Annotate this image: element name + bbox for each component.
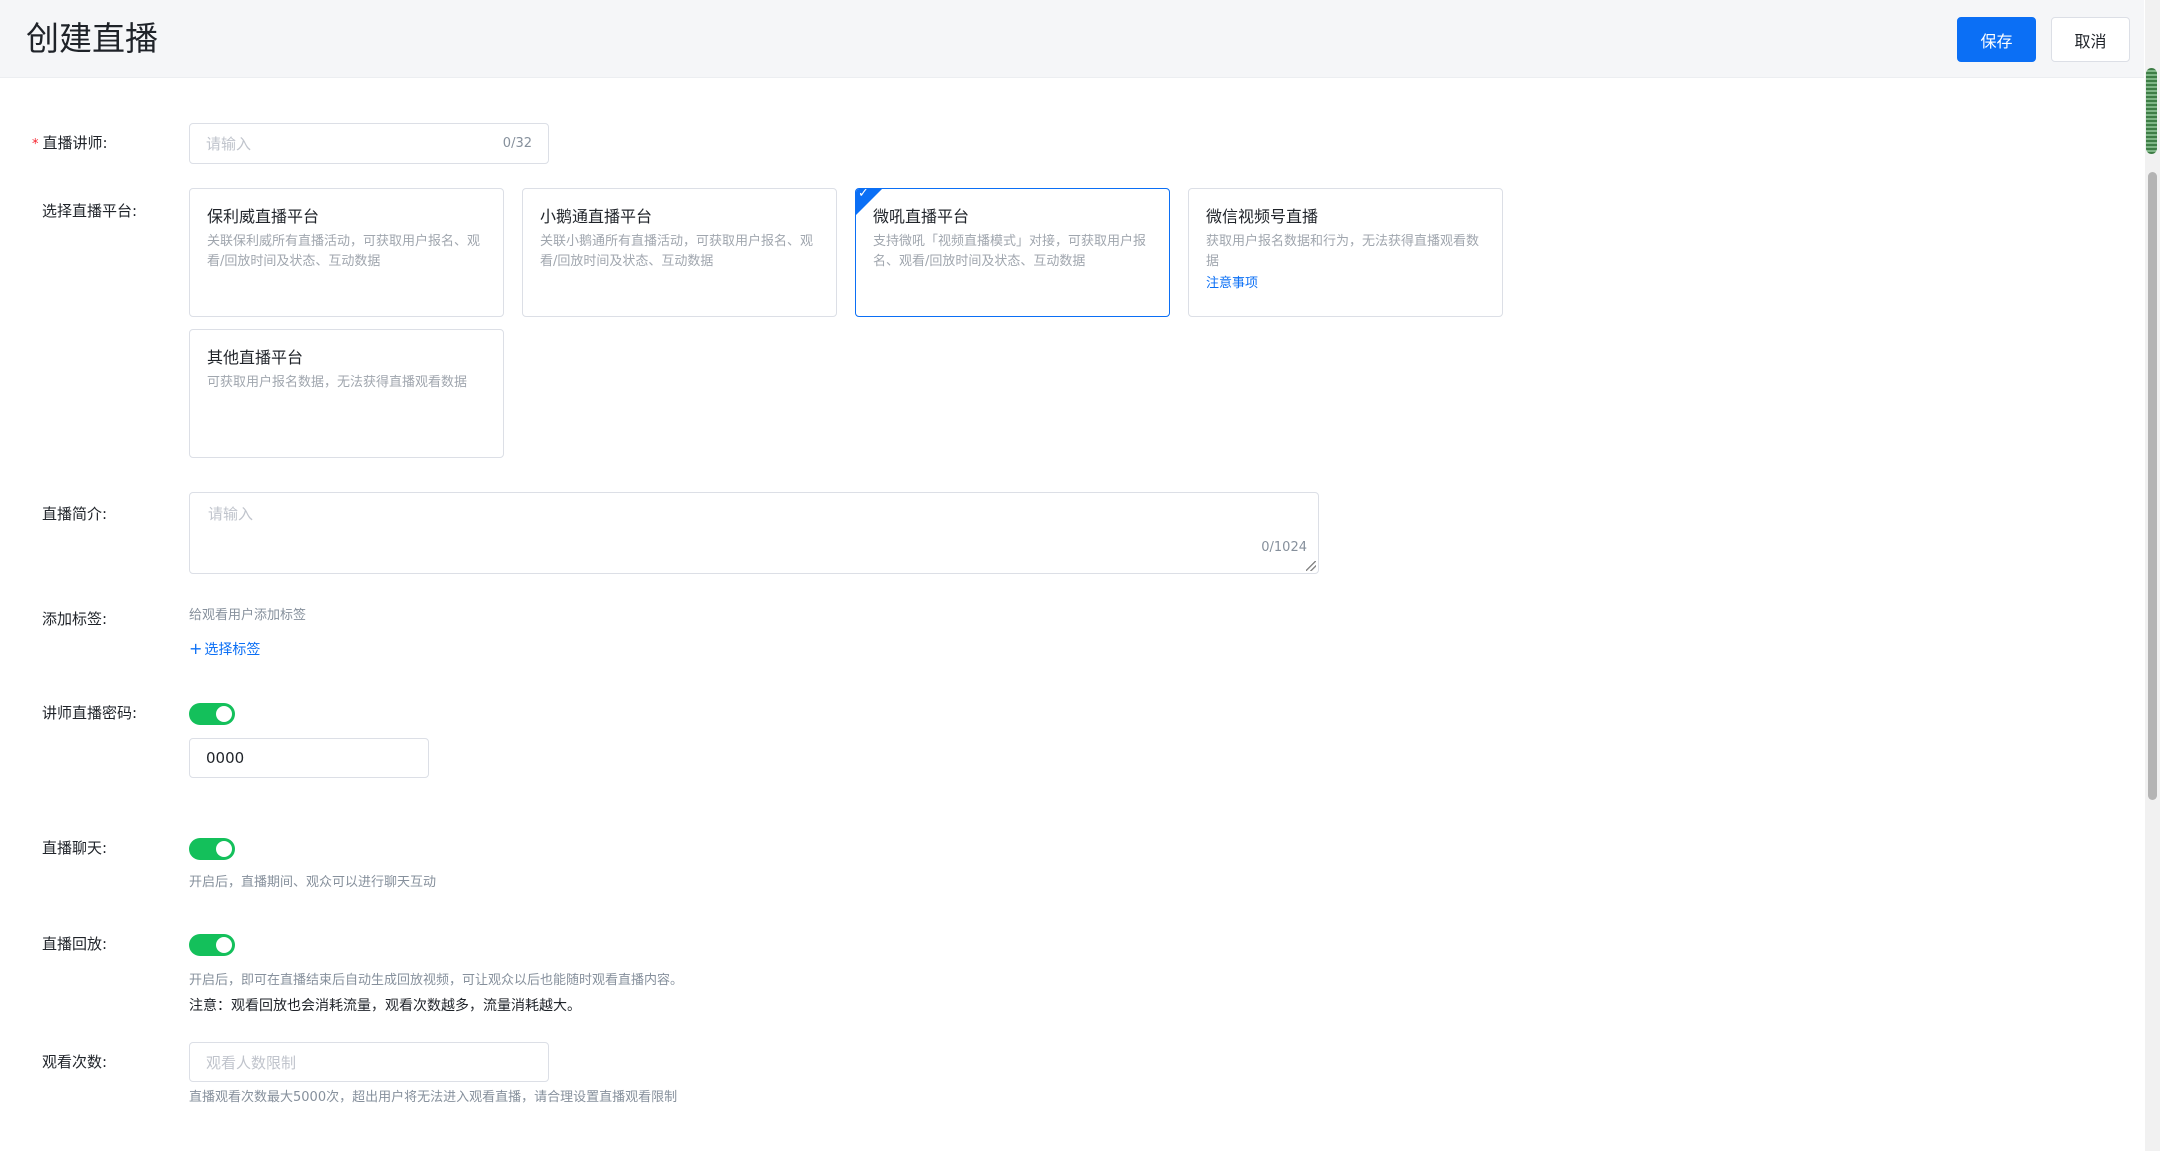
platform-label: 选择直播平台: xyxy=(42,202,138,220)
platform-card-wechat-channels[interactable]: 微信视频号直播 获取用户报名数据和行为，无法获得直播观看数据 注意事项 xyxy=(1188,188,1503,317)
check-icon: ✓ xyxy=(858,188,869,201)
platform-card-vhall[interactable]: ✓ 微吼直播平台 支持微吼「视频直播模式」对接，可获取用户报名、观看/回放时间及… xyxy=(855,188,1170,317)
intro-char-count: 0/1024 xyxy=(1261,540,1307,555)
page-title: 创建直播 xyxy=(26,19,158,58)
chat-help: 开启后，直播期间、观众可以进行聊天互动 xyxy=(189,875,437,890)
platform-card-polyv[interactable]: 保利威直播平台 关联保利威所有直播活动，可获取用户报名、观看/回放时间及状态、互… xyxy=(189,188,504,317)
replay-label: 直播回放: xyxy=(42,935,108,953)
switch-knob xyxy=(216,937,232,953)
card-title: 其他直播平台 xyxy=(207,348,304,367)
notice-link[interactable]: 注意事项 xyxy=(1206,274,1258,294)
switch-knob xyxy=(216,706,232,722)
password-value: 0000 xyxy=(206,749,245,767)
tags-label: 添加标签: xyxy=(42,610,108,628)
select-tags-label: 选择标签 xyxy=(204,642,261,658)
replay-switch[interactable] xyxy=(189,934,235,956)
lecturer-label-text: 直播讲师: xyxy=(42,134,108,152)
plus-icon: + xyxy=(189,639,203,658)
intro-label: 直播简介: xyxy=(42,505,108,523)
required-mark: * xyxy=(32,137,39,152)
card-title: 小鹅通直播平台 xyxy=(540,207,653,226)
intro-textarea[interactable]: 请输入 0/1024 xyxy=(189,492,1319,574)
lecturer-char-count: 0/32 xyxy=(502,136,532,151)
card-title: 微信视频号直播 xyxy=(1206,207,1319,226)
views-label: 观看次数: xyxy=(42,1053,108,1071)
switch-knob xyxy=(216,841,232,857)
intro-placeholder: 请输入 xyxy=(208,505,254,523)
platform-card-other[interactable]: 其他直播平台 可获取用户报名数据，无法获得直播观看数据 xyxy=(189,329,504,458)
replay-help: 开启后，即可在直播结束后自动生成回放视频，可让观众以后也能随时观看直播内容。 xyxy=(189,973,684,988)
platform-card-xiaoe[interactable]: 小鹅通直播平台 关联小鹅通所有直播活动，可获取用户报名、观看/回放时间及状态、互… xyxy=(522,188,837,317)
page-header: 创建直播 保存 取消 xyxy=(0,0,2144,78)
lecturer-input[interactable]: 请输入 0/32 xyxy=(189,123,549,164)
resize-handle-icon[interactable] xyxy=(1306,561,1316,571)
card-desc: 获取用户报名数据和行为，无法获得直播观看数据 xyxy=(1206,234,1480,269)
select-tags-button[interactable]: + 选择标签 xyxy=(189,640,260,659)
password-label: 讲师直播密码: xyxy=(42,704,138,722)
card-title: 微吼直播平台 xyxy=(873,207,970,226)
chat-switch[interactable] xyxy=(189,838,235,860)
card-desc: 关联小鹅通所有直播活动，可获取用户报名、观看/回放时间及状态、互动数据 xyxy=(540,234,814,269)
lecturer-placeholder: 请输入 xyxy=(206,135,252,153)
views-limit-input[interactable]: 观看人数限制 xyxy=(189,1042,549,1082)
views-placeholder: 观看人数限制 xyxy=(206,1053,297,1072)
views-help: 直播观看次数最大5000次，超出用户将无法进入观看直播，请合理设置直播观看限制 xyxy=(189,1090,678,1105)
save-button[interactable]: 保存 xyxy=(1957,17,2036,62)
tags-help: 给观看用户添加标签 xyxy=(189,608,307,623)
scrollbar-thumb[interactable] xyxy=(2148,172,2157,800)
card-desc: 支持微吼「视频直播模式」对接，可获取用户报名、观看/回放时间及状态、互动数据 xyxy=(873,234,1147,269)
card-title: 保利威直播平台 xyxy=(207,207,320,226)
replay-note: 注意：观看回放也会消耗流量，观看次数越多，流量消耗越大。 xyxy=(189,998,581,1014)
password-input[interactable]: 0000 xyxy=(189,738,429,778)
scroll-handle-top[interactable] xyxy=(2146,68,2157,154)
card-desc: 关联保利威所有直播活动，可获取用户报名、观看/回放时间及状态、互动数据 xyxy=(207,234,481,269)
chat-label: 直播聊天: xyxy=(42,839,108,857)
password-switch[interactable] xyxy=(189,703,235,725)
card-desc: 可获取用户报名数据，无法获得直播观看数据 xyxy=(207,375,468,390)
cancel-button[interactable]: 取消 xyxy=(2051,17,2130,62)
lecturer-label: * 直播讲师: xyxy=(32,133,108,155)
